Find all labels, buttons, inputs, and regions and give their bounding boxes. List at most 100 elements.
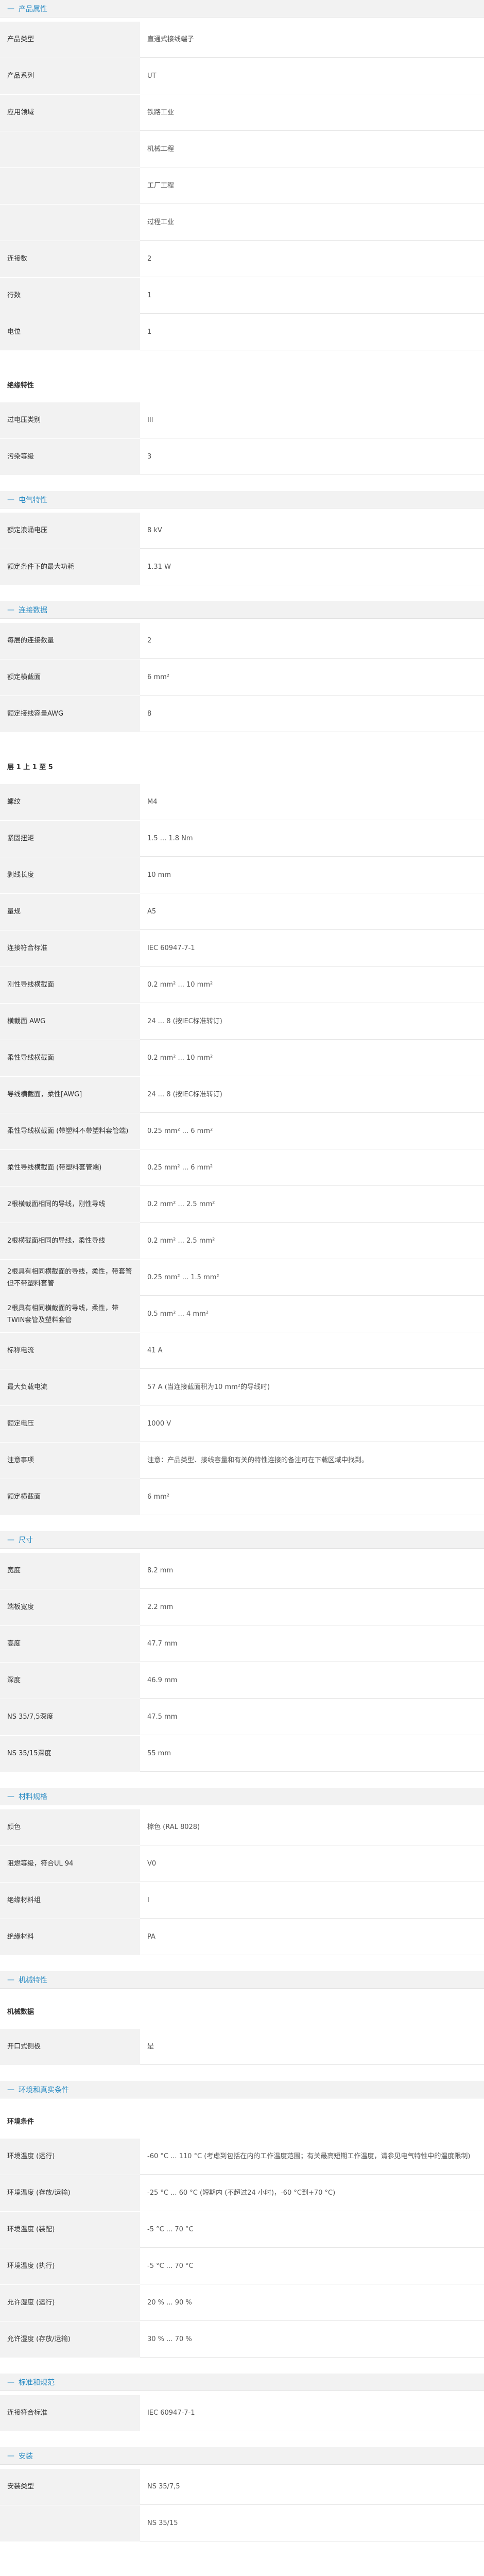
spec-value: 10 mm — [140, 857, 484, 893]
spec-label: 过电压类别 — [0, 402, 140, 438]
spec-label: 产品系列 — [0, 58, 140, 94]
spec-label: 额定接线容量AWG — [0, 696, 140, 732]
spec-section: — 标准和规范连接符合标准 IEC 60947-7-1 — [0, 2374, 484, 2447]
spec-label: 额定横截面 — [0, 659, 140, 696]
spec-label: 连接符合标准 — [0, 2395, 140, 2431]
spec-value: 0.25 mm² ... 6 mm² — [140, 1150, 484, 1186]
spec-value: 机械工程 — [140, 131, 484, 167]
spec-row: 允许湿度 (运行) 20 % ... 90 % — [0, 2285, 484, 2321]
spec-value: IEC 60947-7-1 — [140, 2395, 484, 2431]
section-header[interactable]: — 安装 — [0, 2447, 484, 2465]
spec-row: 产品类型 直通式接线端子 — [0, 22, 484, 58]
spec-label: 刚性导线横截面 — [0, 967, 140, 1003]
section-header[interactable]: — 材料规格 — [0, 1788, 484, 1805]
spec-row: 污染等级 3 — [0, 439, 484, 476]
spec-label: 开口式侧板 — [0, 2029, 140, 2065]
spec-row: 剥线长度 10 mm — [0, 857, 484, 894]
spec-value: 1 — [140, 278, 484, 314]
spec-value: NS 35/7,5 — [140, 2469, 484, 2505]
spec-value: 0.2 mm² ... 10 mm² — [140, 1040, 484, 1076]
spec-label: 额定电压 — [0, 1406, 140, 1442]
section-title: 电气特性 — [19, 496, 47, 504]
subsection-title: 绝缘特性 — [7, 381, 34, 389]
spec-label: 螺纹 — [0, 784, 140, 820]
spec-section: — 尺寸 宽度 8.2 mm 端板宽度 2.2 mm 高度 47.7 mm 深度 46.9 mm N… — [0, 1531, 484, 1788]
spec-row: 绝缘材料组 I — [0, 1883, 484, 1919]
spec-section: — 机械特性 机械数据 开口式侧板是 — [0, 1971, 484, 2081]
spec-row: 每层的连接数量 2 — [0, 623, 484, 659]
spec-row: 额定横截面 6 mm² — [0, 1479, 484, 1516]
spec-label: 额定条件下的最大功耗 — [0, 549, 140, 585]
section-header[interactable]: — 机械特性 — [0, 1971, 484, 1989]
spec-value: 8 — [140, 696, 484, 732]
spec-row: 连接符合标准 IEC 60947-7-1 — [0, 930, 484, 967]
spec-label: 量规 — [0, 894, 140, 930]
section-header[interactable]: — 连接数据 — [0, 601, 484, 619]
spec-label: 连接数 — [0, 241, 140, 277]
spec-label — [0, 205, 140, 241]
spec-value: 0.25 mm² ... 1.5 mm² — [140, 1260, 484, 1296]
spec-section: — 产品属性 产品类型 直通式接线端子 产品系列 UT 应用领域 铁路工业 机械工程 工厂工程 过程… — [0, 0, 484, 491]
section-header[interactable]: — 电气特性 — [0, 491, 484, 509]
spec-row: 过程工业 — [0, 205, 484, 241]
spec-label: 横截面 AWG — [0, 1004, 140, 1040]
spec-label: NS 35/7,5深度 — [0, 1699, 140, 1735]
spec-row: 额定电压 1000 V — [0, 1406, 484, 1443]
section-title: 机械特性 — [19, 1976, 47, 1985]
spec-row: 环境温度 (执行) -5 °C ... 70 °C — [0, 2248, 484, 2285]
collapse-dash-icon: — — [7, 4, 14, 13]
spec-label: 最大负载电流 — [0, 1369, 140, 1405]
spec-value: 41 A — [140, 1333, 484, 1369]
spec-label: 柔性导线横截面 — [0, 1040, 140, 1076]
spec-value: V0 — [140, 1846, 484, 1882]
spec-label: 允许湿度 (存放/运输) — [0, 2321, 140, 2358]
spec-label: 柔性导线横截面 (带塑料不带塑料套管端) — [0, 1113, 140, 1149]
section-title: 安装 — [19, 2452, 33, 2461]
spec-row: 机械工程 — [0, 131, 484, 168]
section-header[interactable]: — 标准和规范 — [0, 2374, 484, 2391]
spec-value: 2 — [140, 623, 484, 659]
spec-label: 2根具有相同横截面的导线，柔性，带套管但不带塑料套管 — [0, 1260, 140, 1296]
spec-label: 2根具有相同横截面的导线，柔性，带TWIN套管及塑料套管 — [0, 1296, 140, 1332]
spec-value: A5 — [140, 894, 484, 930]
spec-row: 端板宽度 2.2 mm — [0, 1589, 484, 1626]
spec-label: 产品类型 — [0, 22, 140, 58]
spec-value: 6 mm² — [140, 659, 484, 696]
spec-row: 横截面 AWG 24 ... 8 (按IEC标准转订) — [0, 1004, 484, 1040]
section-title: 尺寸 — [19, 1536, 33, 1545]
spec-value: 0.2 mm² ... 2.5 mm² — [140, 1223, 484, 1259]
spec-value: 6 mm² — [140, 1479, 484, 1515]
section-header[interactable]: — 尺寸 — [0, 1531, 484, 1549]
section-title: 连接数据 — [19, 606, 47, 615]
spec-section: — 材料规格 颜色 棕色 (RAL 8028) 阻燃等级，符合UL 94 V0 绝缘材料组 I… — [0, 1788, 484, 1971]
spec-row: 量规 A5 — [0, 894, 484, 930]
section-header[interactable]: — 环境和真实条件 — [0, 2081, 484, 2098]
collapse-dash-icon: — — [7, 2451, 14, 2460]
spec-row: 注意事项 注意：产品类型、接线容量和有关的特性连接的备注可在下载区域中找到。 — [0, 1443, 484, 1479]
spec-row: 产品系列 UT — [0, 58, 484, 95]
spec-value: 8.2 mm — [140, 1553, 484, 1589]
spec-row: 导线横截面，柔性[AWG] 24 ... 8 (按IEC标准转订) — [0, 1077, 484, 1113]
spec-value: NS 35/15 — [140, 2505, 484, 2541]
spec-value: 是 — [140, 2029, 484, 2065]
spec-value: 24 ... 8 (按IEC标准转订) — [140, 1077, 484, 1113]
spec-label: 端板宽度 — [0, 1589, 140, 1625]
spec-row: 柔性导线横截面 (带塑料套管端) 0.25 mm² ... 6 mm² — [0, 1150, 484, 1187]
spec-label: 宽度 — [0, 1553, 140, 1589]
spec-row: 2根横截面相同的导线，柔性导线 0.2 mm² ... 2.5 mm² — [0, 1223, 484, 1260]
spec-row: 安装类型 NS 35/7,5 — [0, 2469, 484, 2505]
spec-label: 2根横截面相同的导线，刚性导线 — [0, 1187, 140, 1223]
spec-label — [0, 168, 140, 204]
spec-value: 铁路工业 — [140, 95, 484, 131]
spec-value: 8 kV — [140, 513, 484, 549]
spec-label: 应用领域 — [0, 95, 140, 131]
collapse-dash-icon: — — [7, 1535, 14, 1544]
spec-value: 2 — [140, 241, 484, 277]
section-header[interactable]: — 产品属性 — [0, 0, 484, 18]
spec-row: 环境温度 (运行) -60 °C ... 110 °C (考虑到包括在内的工作温度… — [0, 2139, 484, 2175]
